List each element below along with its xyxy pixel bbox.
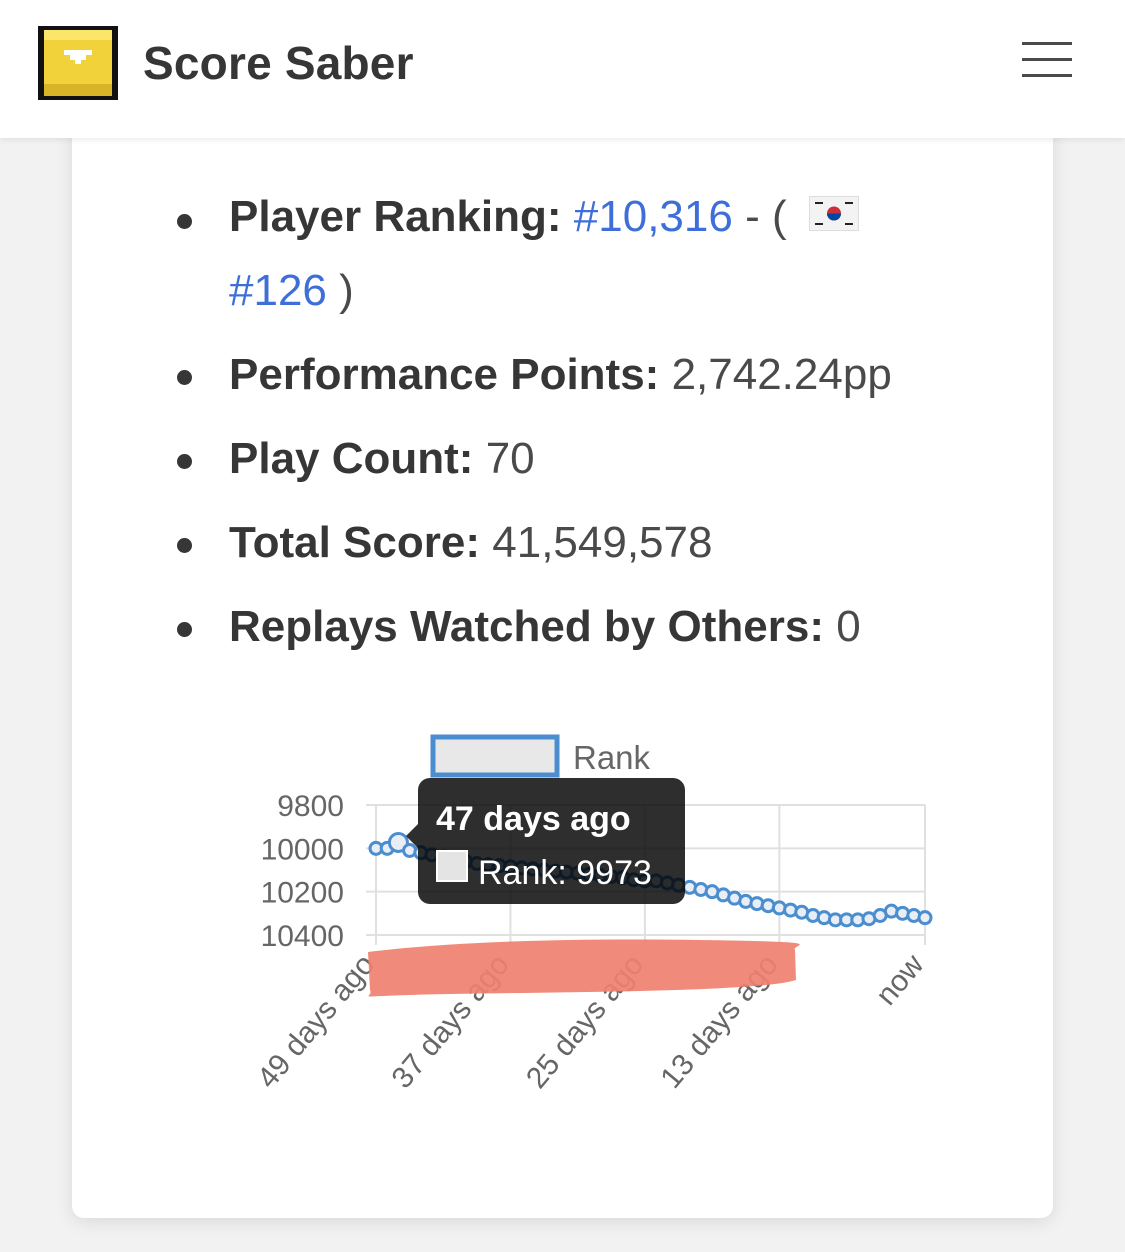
y-tick-label: 10400 — [261, 920, 344, 953]
y-axis-ticks: 9800 10000 10200 10400 — [261, 790, 344, 953]
rank-history-chart[interactable]: Rank 9800100001020010400 49 days ago 37 d… — [0, 0, 1125, 1252]
x-tick-label: 49 days ago — [251, 948, 381, 1094]
tooltip-body: Rank: 9973 — [478, 854, 652, 892]
x-tick-label: now — [870, 948, 931, 1012]
chart-tooltip: 47 days ago Rank: 9973 — [406, 778, 685, 904]
chart-legend[interactable]: Rank — [430, 734, 651, 778]
tooltip-title: 47 days ago — [436, 800, 631, 838]
data-point[interactable] — [917, 910, 933, 926]
tooltip-arrow — [406, 824, 418, 848]
y-tick-label: 9800 — [277, 790, 344, 823]
y-tick-label: 10000 — [261, 833, 344, 866]
legend-swatch[interactable] — [430, 734, 560, 778]
tooltip-color-swatch — [436, 850, 468, 882]
y-tick-label: 10200 — [261, 877, 344, 910]
legend-label[interactable]: Rank — [573, 739, 651, 776]
